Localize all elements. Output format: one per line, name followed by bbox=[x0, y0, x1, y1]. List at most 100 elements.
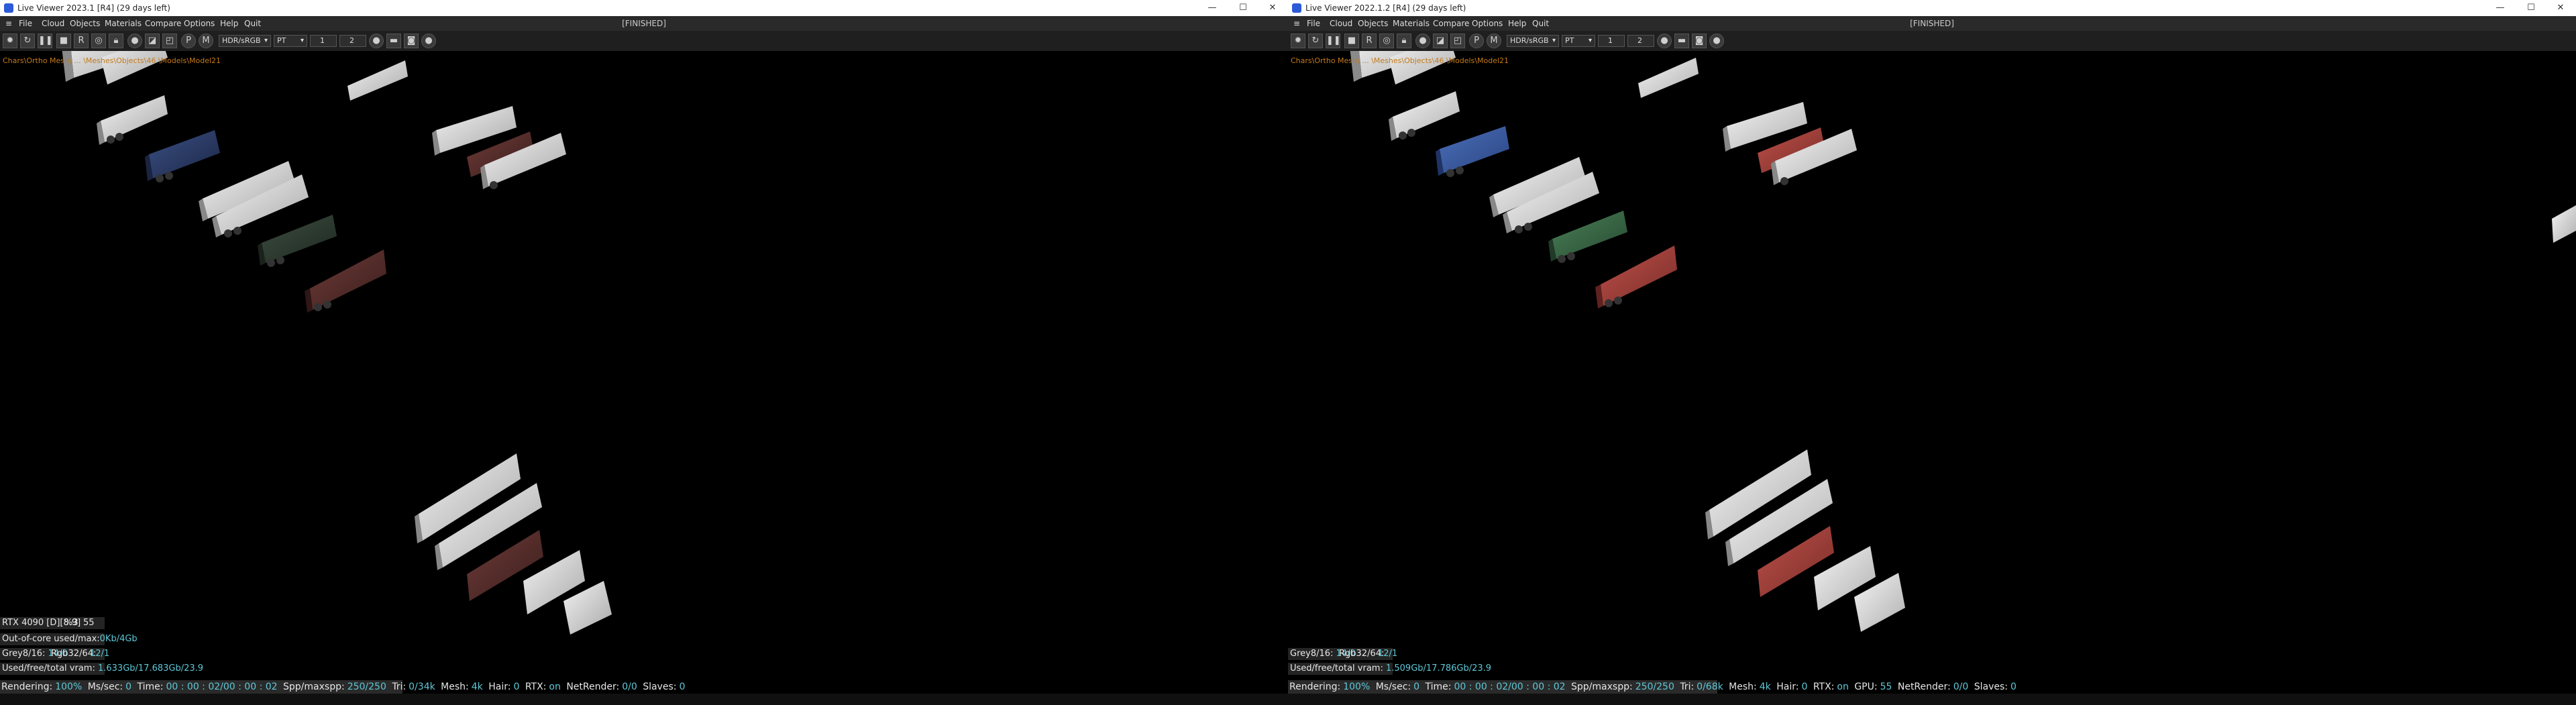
menu-options[interactable]: Options bbox=[1472, 16, 1503, 31]
menu-compare[interactable]: Compare bbox=[1433, 16, 1469, 31]
mss-label: Ms/sec: bbox=[87, 682, 123, 692]
camera-icon[interactable]: ◙ bbox=[404, 34, 419, 48]
netrender-label: NetRender: bbox=[566, 682, 620, 692]
film-icon[interactable]: ▬ bbox=[1674, 34, 1689, 48]
minimize-button[interactable]: — bbox=[1197, 0, 1228, 16]
grey-label: Grey8/16: bbox=[1290, 649, 1334, 659]
time-label: Time: bbox=[137, 682, 164, 692]
render-viewport[interactable] bbox=[1288, 51, 2576, 705]
lock-icon[interactable]: 🔒︎ bbox=[109, 34, 123, 48]
gpu-value: 55 bbox=[1880, 682, 1892, 692]
hamburger-menu-icon[interactable]: ≡ bbox=[5, 16, 12, 31]
menu-quit[interactable]: Quit bbox=[1532, 16, 1549, 31]
chevron-down-icon: ▾ bbox=[1588, 37, 1592, 44]
hair-label: Hair: bbox=[488, 682, 511, 692]
mesh-label: Mesh: bbox=[441, 682, 469, 692]
picker-p-icon[interactable]: P bbox=[181, 34, 196, 48]
rendering-value: 100% bbox=[55, 682, 83, 692]
spp-value: 250/250 bbox=[1635, 682, 1674, 692]
render-viewport[interactable] bbox=[0, 51, 1288, 705]
menu-materials[interactable]: Materials bbox=[105, 16, 142, 31]
close-button[interactable]: ✕ bbox=[2545, 0, 2576, 16]
rgb-value: 12/1 bbox=[1378, 649, 1398, 659]
settings-gear-icon[interactable]: ✹ bbox=[1291, 34, 1305, 48]
maximize-button[interactable]: ☐ bbox=[2516, 0, 2546, 16]
menu-file[interactable]: File bbox=[19, 16, 32, 31]
picker-m-icon[interactable]: M bbox=[1487, 34, 1501, 48]
app-icon bbox=[1292, 3, 1301, 13]
menu-objects[interactable]: Objects bbox=[70, 16, 100, 31]
maximize-button[interactable]: ☐ bbox=[1228, 0, 1258, 16]
trailer-green bbox=[258, 215, 337, 267]
help-circle-icon[interactable]: ● bbox=[1709, 34, 1724, 48]
stop-icon[interactable]: ■ bbox=[56, 34, 71, 48]
settings-gear-icon[interactable]: ✹ bbox=[3, 34, 17, 48]
render-status-bar: Rendering: 100% Ms/sec: 0 Time: 00 : 00 : 0… bbox=[0, 680, 685, 694]
pause-icon[interactable]: ❚❚ bbox=[1326, 34, 1341, 48]
trailer-white bbox=[1389, 91, 1460, 141]
menu-help[interactable]: Help bbox=[1508, 16, 1526, 31]
mode-select-value: PT bbox=[277, 36, 286, 45]
film-region-icon[interactable]: ◰ bbox=[1450, 34, 1465, 48]
clay-mode-icon[interactable]: ◎ bbox=[91, 34, 106, 48]
menu-help[interactable]: Help bbox=[220, 16, 238, 31]
mode-select[interactable]: PT ▾ bbox=[1562, 35, 1595, 47]
clay-mode-icon[interactable]: ◎ bbox=[1379, 34, 1394, 48]
netrender-value: 0/0 bbox=[622, 682, 637, 692]
menu-cloud[interactable]: Cloud bbox=[1330, 16, 1352, 31]
title-bar[interactable]: Live Viewer 2023.1 [R4] (29 days left) —… bbox=[0, 0, 1288, 16]
restart-r-icon[interactable]: R bbox=[74, 34, 89, 48]
tri-label: Tri: bbox=[392, 682, 407, 692]
menu-objects[interactable]: Objects bbox=[1358, 16, 1388, 31]
texture-stats-row: Grey8/16: 14/0 Rgb32/64: 12/1 bbox=[0, 648, 109, 660]
record-icon[interactable]: ● bbox=[369, 34, 384, 48]
film-icon[interactable]: ▬ bbox=[386, 34, 401, 48]
kernel-select[interactable]: HDR/sRGB ▾ bbox=[219, 35, 271, 47]
menu-bar: ≡ File Cloud Objects Materials Compare O… bbox=[1288, 16, 2576, 31]
menu-options[interactable]: Options bbox=[184, 16, 215, 31]
sphere-icon[interactable]: ● bbox=[127, 34, 142, 48]
mesh-value: 4k bbox=[471, 682, 483, 692]
menu-file[interactable]: File bbox=[1307, 16, 1320, 31]
picker-m-icon[interactable]: M bbox=[199, 34, 213, 48]
rendered-scene bbox=[62, 51, 612, 635]
film-region-icon[interactable]: ◰ bbox=[162, 34, 177, 48]
title-bar[interactable]: Live Viewer 2022.1.2 [R4] (29 days left)… bbox=[1288, 0, 2576, 16]
number-field-2[interactable]: 2 bbox=[339, 35, 366, 47]
number-field-1[interactable]: 1 bbox=[1598, 35, 1625, 47]
refresh-icon[interactable]: ↻ bbox=[1308, 34, 1323, 48]
lock-icon[interactable]: 🔒︎ bbox=[1397, 34, 1411, 48]
number-field-1[interactable]: 1 bbox=[310, 35, 337, 47]
menu-quit[interactable]: Quit bbox=[244, 16, 261, 31]
minimize-button[interactable]: — bbox=[2485, 0, 2516, 16]
menu-compare[interactable]: Compare bbox=[145, 16, 181, 31]
camera-icon[interactable]: ◙ bbox=[1692, 34, 1707, 48]
restart-r-icon[interactable]: R bbox=[1362, 34, 1377, 48]
number-field-2[interactable]: 2 bbox=[1627, 35, 1654, 47]
window-title: Live Viewer 2023.1 [R4] (29 days left) bbox=[17, 3, 170, 13]
trailer-blue bbox=[1436, 126, 1509, 177]
sphere-icon[interactable]: ● bbox=[1415, 34, 1430, 48]
spp-value: 250/250 bbox=[347, 682, 386, 692]
hair-value: 0 bbox=[1801, 682, 1808, 692]
mode-select[interactable]: PT ▾ bbox=[274, 35, 307, 47]
help-circle-icon[interactable]: ● bbox=[421, 34, 436, 48]
record-icon[interactable]: ● bbox=[1657, 34, 1672, 48]
chevron-down-icon: ▾ bbox=[264, 37, 268, 44]
stop-icon[interactable]: ■ bbox=[1344, 34, 1359, 48]
close-button[interactable]: ✕ bbox=[1257, 0, 1288, 16]
pause-icon[interactable]: ❚❚ bbox=[38, 34, 53, 48]
right-live-viewer-window: Live Viewer 2022.1.2 [R4] (29 days left)… bbox=[1288, 0, 2576, 705]
region-render-icon[interactable]: ◪ bbox=[145, 34, 160, 48]
hamburger-menu-icon[interactable]: ≡ bbox=[1293, 16, 1300, 31]
bottom-strip bbox=[0, 694, 1288, 705]
kernel-select[interactable]: HDR/sRGB ▾ bbox=[1507, 35, 1559, 47]
rtx-label: RTX: bbox=[525, 682, 547, 692]
out-of-core-value: 0Kb/4Gb bbox=[99, 634, 138, 644]
menu-cloud[interactable]: Cloud bbox=[42, 16, 64, 31]
menu-materials[interactable]: Materials bbox=[1393, 16, 1430, 31]
picker-p-icon[interactable]: P bbox=[1469, 34, 1484, 48]
region-render-icon[interactable]: ◪ bbox=[1433, 34, 1448, 48]
refresh-icon[interactable]: ↻ bbox=[20, 34, 35, 48]
time-label: Time: bbox=[1425, 682, 1452, 692]
